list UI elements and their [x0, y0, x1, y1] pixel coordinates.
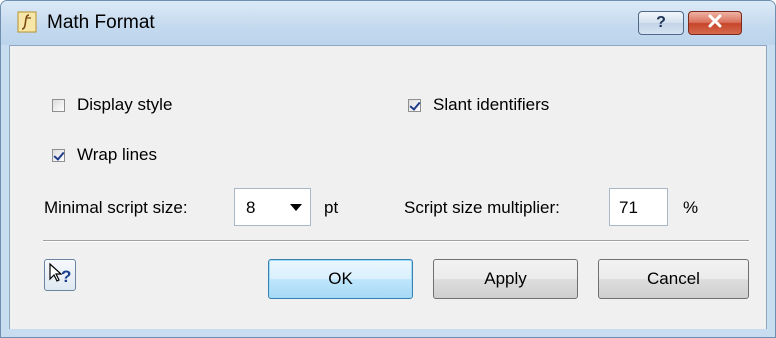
- slant-identifiers-checkbox[interactable]: [408, 98, 421, 112]
- script-size-multiplier-label: Script size multiplier:: [404, 198, 560, 217]
- apply-button[interactable]: Apply: [433, 259, 578, 299]
- wrap-lines-label: Wrap lines: [77, 145, 157, 164]
- close-icon: [707, 14, 723, 33]
- context-help-icon: ?: [45, 262, 75, 294]
- title-help-button[interactable]: ?: [638, 11, 684, 35]
- close-button[interactable]: [688, 11, 742, 35]
- title-bar[interactable]: Math Format ?: [1, 1, 775, 45]
- slant-identifiers-option[interactable]: Slant identifiers: [408, 95, 549, 115]
- dialog-title: Math Format: [47, 12, 155, 33]
- math-format-dialog: Math Format ? Display style Slant identi…: [0, 0, 776, 338]
- script-size-dropdown[interactable]: 8: [234, 188, 311, 226]
- slant-identifiers-label: Slant identifiers: [433, 95, 550, 114]
- cancel-button[interactable]: Cancel: [598, 259, 749, 299]
- script-size-value: 8: [246, 198, 256, 217]
- display-style-checkbox[interactable]: [52, 98, 65, 112]
- chevron-down-icon[interactable]: [290, 204, 302, 211]
- question-icon: ?: [656, 14, 666, 31]
- pt-unit-label: pt: [324, 198, 339, 217]
- percent-unit-label: %: [683, 198, 699, 217]
- context-help-button[interactable]: ?: [44, 259, 76, 291]
- separator: [43, 240, 749, 242]
- display-style-option[interactable]: Display style: [52, 95, 172, 115]
- window-frame-bottom: [1, 329, 775, 337]
- display-style-label: Display style: [77, 95, 173, 114]
- math-format-icon: [17, 11, 37, 33]
- wrap-lines-checkbox[interactable]: [52, 148, 65, 162]
- svg-text:?: ?: [61, 267, 71, 286]
- multiplier-input[interactable]: 71: [609, 188, 668, 226]
- ok-button[interactable]: OK: [268, 259, 413, 299]
- wrap-lines-option[interactable]: Wrap lines: [52, 145, 157, 165]
- multiplier-value: 71: [619, 198, 638, 217]
- minimal-script-size-label: Minimal script size:: [44, 198, 188, 217]
